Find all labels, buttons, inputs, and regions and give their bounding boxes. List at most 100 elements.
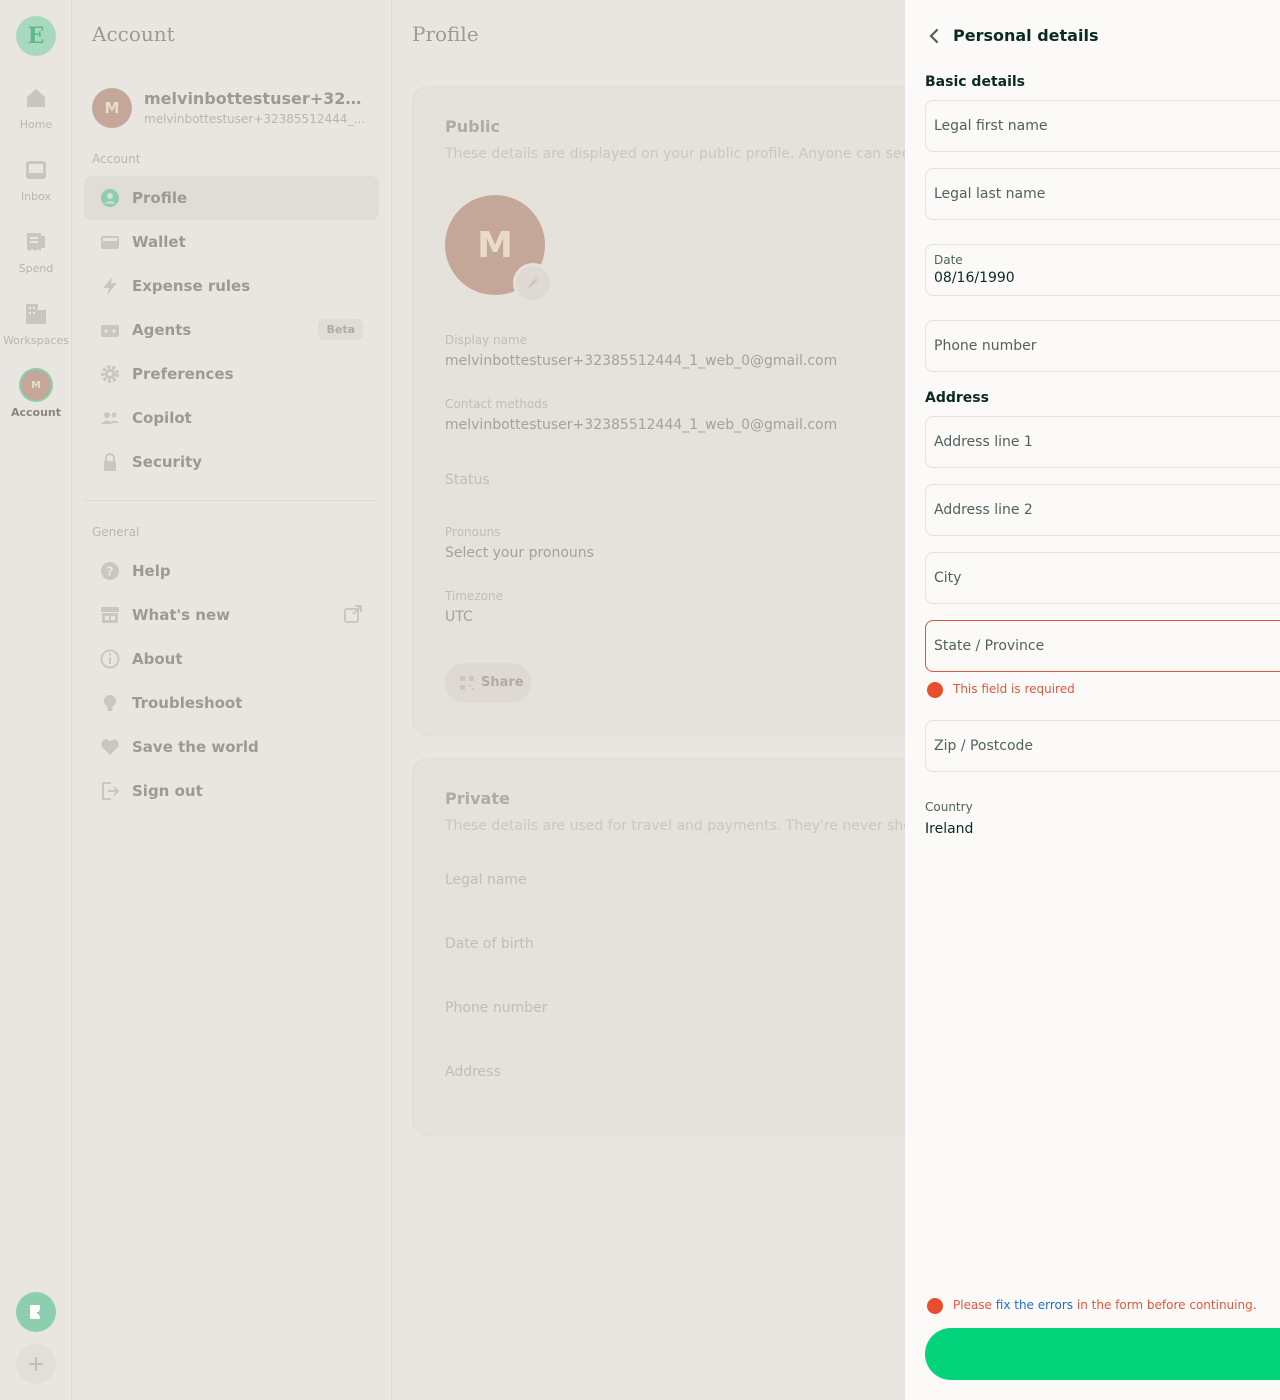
date-value: 08/16/1990: [934, 270, 1015, 286]
contact-methods-value[interactable]: melvinbottestuser+32385512444_1_web_0@gm…: [445, 417, 837, 433]
inbox-icon: [26, 161, 46, 179]
qr-code-icon: [460, 676, 474, 690]
legal-first-name-input[interactable]: Legal first name: [925, 100, 1280, 152]
form-error-prefix: Please: [953, 1298, 996, 1312]
sidebar-item-about[interactable]: About: [84, 637, 379, 681]
page-title: Profile: [412, 22, 479, 46]
sidebar-item-wallet[interactable]: Wallet: [84, 220, 379, 264]
city-placeholder: City: [934, 570, 962, 586]
user-summary: M melvinbottestuser+32385512444_1_web_0@…: [92, 88, 372, 128]
section-label-general: General: [92, 525, 140, 539]
sidebar-item-profile[interactable]: Profile: [84, 176, 379, 220]
rail-item-label: Inbox: [20, 190, 52, 203]
person-circle-icon: [101, 189, 119, 207]
robot-icon: [101, 325, 119, 337]
country-value[interactable]: Ireland: [925, 821, 973, 837]
rail-item-workspaces[interactable]: Workspaces: [0, 302, 72, 347]
rail-item-label: Home: [19, 118, 53, 131]
sidebar-item-save-the-world[interactable]: Save the world: [84, 725, 379, 769]
address-line-1-placeholder: Address line 1: [934, 434, 1033, 450]
rail-item-account[interactable]: M Account: [0, 368, 72, 419]
divider: [84, 500, 379, 501]
error-dot-icon: [927, 682, 943, 698]
rail-item-inbox[interactable]: Inbox: [0, 158, 72, 203]
logo-icon[interactable]: E: [16, 16, 56, 56]
sidebar-item-agents[interactable]: Agents Beta: [84, 308, 379, 352]
city-input[interactable]: City: [925, 552, 1280, 604]
rail-item-label: Spend: [18, 262, 54, 275]
sidebar-item-preferences[interactable]: Preferences: [84, 352, 379, 396]
building-icon: [26, 304, 46, 324]
address-line-1-input[interactable]: Address line 1: [925, 416, 1280, 468]
rail-item-spend[interactable]: Spend: [0, 230, 72, 275]
zip-postcode-input[interactable]: Zip / Postcode: [925, 720, 1280, 772]
share-label: Share: [481, 675, 524, 690]
rail-item-home[interactable]: Home: [0, 86, 72, 131]
timezone-label: Timezone: [445, 589, 503, 603]
state-province-input[interactable]: State / Province: [925, 620, 1280, 672]
address-heading: Address: [925, 390, 989, 406]
sidebar-item-label: About: [132, 650, 183, 668]
status-field[interactable]: Status: [445, 472, 490, 488]
page-title: Account: [92, 22, 175, 46]
legal-last-name-input[interactable]: Legal last name: [925, 168, 1280, 220]
phone-number-input[interactable]: Phone number: [925, 320, 1280, 372]
zip-postcode-placeholder: Zip / Postcode: [934, 738, 1034, 754]
sidebar-item-sign-out[interactable]: Sign out: [84, 769, 379, 813]
pronouns-value[interactable]: Select your pronouns: [445, 545, 594, 561]
info-icon: [100, 649, 120, 669]
form-error-suffix: in the form before continuing.: [1073, 1298, 1257, 1312]
receipt-plus-icon: [30, 1305, 43, 1319]
sidebar-item-whats-new[interactable]: What's new: [84, 593, 379, 637]
state-province-placeholder: State / Province: [934, 638, 1045, 654]
date-input[interactable]: Date 08/16/1990: [925, 244, 1280, 296]
display-name-value[interactable]: melvinbottestuser+32385512444_1_web_0@gm…: [445, 353, 837, 369]
heart-icon: [101, 739, 119, 755]
display-name-label: Display name: [445, 333, 528, 347]
rail-item-label: Account: [10, 406, 62, 419]
public-subtitle: These details are displayed on your publ…: [445, 146, 956, 162]
public-heading: Public: [445, 117, 501, 136]
error-dot-icon: [927, 1298, 943, 1314]
sidebar-item-label: Wallet: [132, 233, 186, 251]
legal-first-name-placeholder: Legal first name: [934, 118, 1048, 134]
save-button[interactable]: [925, 1328, 1280, 1380]
panel-title: Personal details: [953, 26, 1099, 45]
svg-text:?: ?: [107, 565, 114, 579]
country-label: Country: [925, 800, 973, 814]
external-link-icon: [344, 605, 362, 623]
users-icon: [101, 412, 119, 424]
sidebar-item-help[interactable]: ? Help: [84, 549, 379, 593]
fix-errors-link[interactable]: fix the errors: [996, 1298, 1073, 1312]
user-email: melvinbottestuser+32385512444_1_web_0@gm…: [144, 112, 372, 126]
sidebar-item-label: Preferences: [132, 365, 234, 383]
lock-icon: [104, 453, 116, 471]
wallet-icon: [101, 236, 119, 249]
user-name: melvinbottestuser+32385512444_1_web_0@gm…: [144, 89, 372, 108]
create-button[interactable]: +: [16, 1344, 56, 1384]
share-button[interactable]: Share: [445, 663, 531, 703]
nav-rail: E Home Inbox Spend Workspaces M Account …: [0, 0, 72, 1400]
store-icon: [101, 607, 119, 623]
phone-number-field[interactable]: Phone number: [445, 1000, 547, 1016]
address-line-2-input[interactable]: Address line 2: [925, 484, 1280, 536]
new-expense-button[interactable]: [16, 1292, 56, 1332]
chevron-left-icon[interactable]: [925, 26, 945, 46]
state-error-text: This field is required: [953, 682, 1075, 696]
sidebar-item-security[interactable]: Security: [84, 440, 379, 484]
timezone-value[interactable]: UTC: [445, 609, 473, 625]
sidebar-item-label: Help: [132, 562, 171, 580]
sidebar-item-label: What's new: [132, 606, 230, 624]
date-of-birth-field[interactable]: Date of birth: [445, 936, 534, 952]
account-sidebar: Account M melvinbottestuser+32385512444_…: [72, 0, 392, 1400]
sidebar-item-troubleshoot[interactable]: Troubleshoot: [84, 681, 379, 725]
sidebar-item-copilot[interactable]: Copilot: [84, 396, 379, 440]
phone-number-placeholder: Phone number: [934, 338, 1037, 354]
address-line-2-placeholder: Address line 2: [934, 502, 1033, 518]
edit-avatar-button[interactable]: [513, 263, 553, 303]
contact-methods-label: Contact methods: [445, 397, 549, 411]
lightning-icon: [103, 277, 117, 295]
address-field[interactable]: Address: [445, 1064, 501, 1080]
sidebar-item-expense-rules[interactable]: Expense rules: [84, 264, 379, 308]
legal-name-field[interactable]: Legal name: [445, 872, 527, 888]
